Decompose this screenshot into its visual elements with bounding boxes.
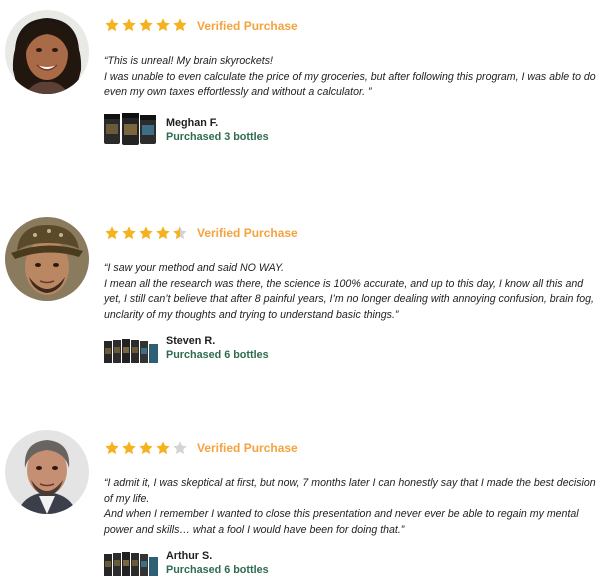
- avatar: [5, 217, 89, 301]
- quote-line: “I admit it, I was skeptical at first, b…: [104, 477, 596, 505]
- avatar: [5, 430, 89, 514]
- review-quote: “I saw your method and said NO WAY. I me…: [104, 261, 600, 324]
- quote-line: “I saw your method and said NO WAY.: [104, 262, 284, 274]
- quote-line: And when I remember I wanted to close th…: [104, 508, 579, 537]
- review-quote: “This is unreal! My brain skyrockets! I …: [104, 54, 600, 101]
- star-icon: [122, 441, 136, 455]
- product-bottles-image: [104, 113, 156, 145]
- star-icon: [156, 226, 170, 240]
- star-rating: [104, 225, 188, 243]
- star-icon: [173, 18, 187, 32]
- star-icon: [105, 226, 119, 240]
- star-icon: [156, 441, 170, 455]
- star-icon: [156, 18, 170, 32]
- star-icon: [139, 226, 153, 240]
- buyer-name: Steven R.: [166, 335, 216, 347]
- verified-purchase-label: Verified Purchase: [197, 19, 298, 33]
- buyer-name: Arthur S.: [166, 550, 213, 562]
- buyer-info: Meghan F. Purchased 3 bottles: [166, 117, 269, 144]
- buyer-info: Arthur S. Purchased 6 bottles: [166, 550, 269, 577]
- quote-line: “This is unreal! My brain skyrockets!: [104, 55, 273, 67]
- avatar: [5, 10, 89, 94]
- buyer-info: Steven R. Purchased 6 bottles: [166, 335, 269, 362]
- quote-line: I mean all the research was there, the s…: [104, 277, 594, 322]
- buyer-name: Meghan F.: [166, 117, 219, 129]
- star-icon: [122, 18, 136, 32]
- product-bottles-image: [104, 339, 158, 363]
- purchase-quantity: Purchased 6 bottles: [166, 563, 269, 576]
- verified-purchase-label: Verified Purchase: [197, 441, 298, 455]
- review-quote: “I admit it, I was skeptical at first, b…: [104, 476, 600, 539]
- star-half-icon: [173, 226, 187, 240]
- star-icon: [105, 18, 119, 32]
- purchase-quantity: Purchased 6 bottles: [166, 348, 269, 361]
- star-icon: [139, 441, 153, 455]
- star-icon: [139, 18, 153, 32]
- star-icon: [122, 226, 136, 240]
- star-icon: [105, 441, 119, 455]
- purchase-quantity: Purchased 3 bottles: [166, 130, 269, 143]
- star-empty-icon: [173, 441, 187, 455]
- product-bottles-image: [104, 552, 158, 576]
- star-rating: [104, 440, 188, 458]
- quote-line: I was unable to even calculate the price…: [104, 70, 596, 99]
- star-rating: [104, 17, 188, 35]
- verified-purchase-label: Verified Purchase: [197, 226, 298, 240]
